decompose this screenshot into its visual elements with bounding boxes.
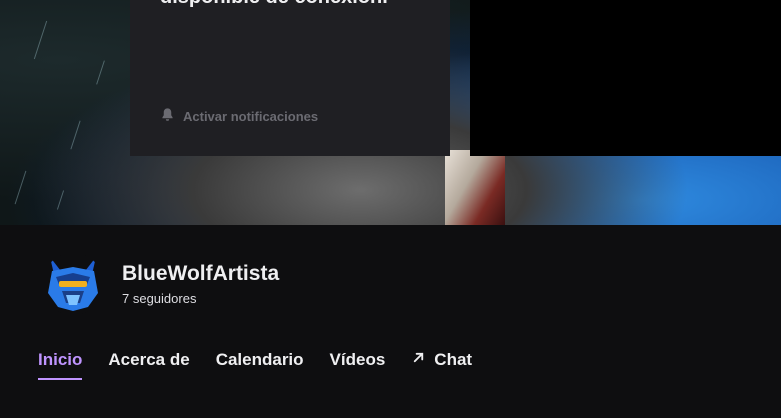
tab-chat[interactable]: Chat [411,350,472,378]
tab-inicio[interactable]: Inicio [38,350,83,380]
channel-tabs: Inicio Acerca de Calendario Vídeos Chat [38,350,472,380]
tab-videos[interactable]: Vídeos [330,350,386,378]
tab-calendario[interactable]: Calendario [216,350,304,378]
banner-art [445,150,505,225]
tab-acerca-de[interactable]: Acerca de [108,350,189,378]
offline-card: disponible de conexión. Activar notifica… [130,0,450,156]
bell-icon [160,107,175,125]
external-arrow-icon [411,350,426,370]
notify-label: Activar notificaciones [183,108,319,124]
channel-name[interactable]: BlueWolfArtista [122,262,279,286]
video-player[interactable] [470,0,781,156]
follower-count: 7 seguidores [122,291,197,306]
activate-notifications-button[interactable]: Activar notificaciones [160,107,318,125]
offline-title: disponible de conexión. [160,0,388,9]
wolf-avatar-icon[interactable] [42,253,104,315]
